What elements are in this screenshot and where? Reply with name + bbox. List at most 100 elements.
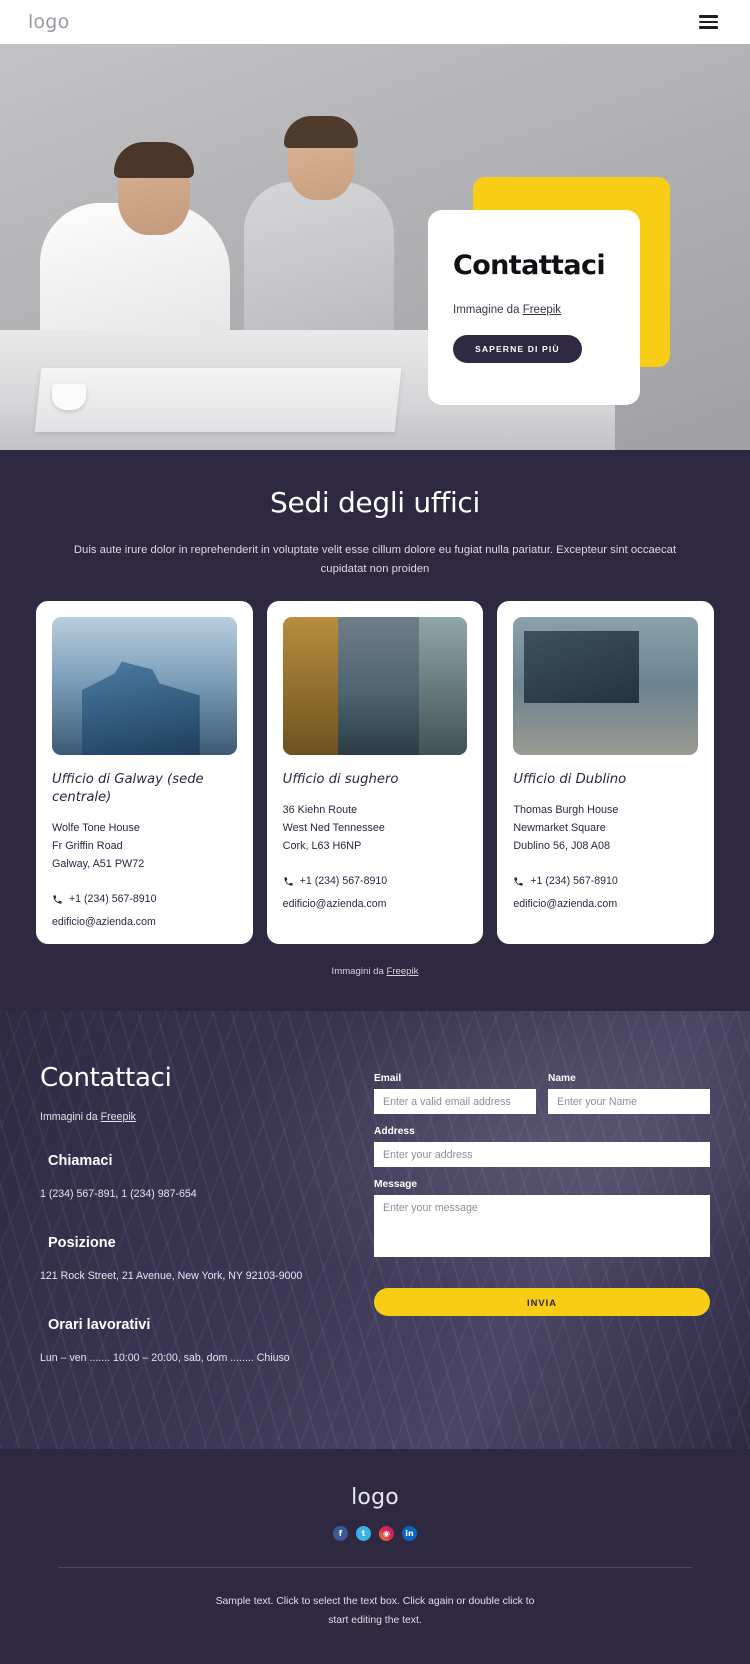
address-line: 36 Kiehn Route	[282, 804, 358, 816]
social-links: f t ◉ in	[0, 1526, 750, 1541]
hamburger-bar	[699, 26, 718, 29]
hero-image-credit: Immagine da Freepik	[453, 304, 615, 316]
info-text: 1 (234) 567-891, 1 (234) 987-654	[40, 1188, 197, 1200]
office-phone: +1 (234) 567-8910	[69, 893, 157, 905]
hamburger-menu-icon[interactable]	[695, 11, 722, 32]
footer-divider	[58, 1567, 692, 1568]
address-line: Galway, A51 PW72	[52, 858, 145, 870]
address-line: West Ned Tennessee	[282, 822, 385, 834]
address-line: Thomas Burgh House	[513, 804, 619, 816]
message-label: Message	[374, 1179, 418, 1190]
info-block-location: Posizione 121 Rock Street, 21 Avenue, Ne…	[40, 1235, 340, 1287]
offices-credit-prefix: Immagini da	[331, 966, 387, 977]
office-phone-row[interactable]: +1 (234) 567-8910	[52, 893, 237, 905]
contact-section: Contattaci Immagini da Freepik Chiamaci …	[0, 1011, 750, 1449]
office-photo	[282, 617, 468, 755]
office-contact: +1 (234) 567-8910 edificio@azienda.com	[283, 875, 468, 910]
contact-heading: Contattaci	[40, 1063, 172, 1093]
office-card[interactable]: Ufficio di Dublino Thomas Burgh House Ne…	[497, 601, 715, 944]
office-phone: +1 (234) 567-8910	[530, 875, 618, 887]
footer-note-line-2: start editing the text.	[328, 1615, 422, 1626]
hero-title: Contattaci	[453, 250, 606, 281]
hero-credit-prefix: Immagine da	[453, 304, 523, 316]
contact-image-credit: Immagini da Freepik	[40, 1111, 340, 1123]
email-input[interactable]	[374, 1089, 536, 1114]
info-block-call-us: Chiamaci 1 (234) 567-891, 1 (234) 987-65…	[40, 1153, 340, 1205]
office-card-title: Ufficio di Dublino	[513, 772, 627, 787]
info-title: Orari lavorativi	[48, 1317, 151, 1333]
address-line: Dublino 56, J08 A08	[513, 840, 610, 852]
phone-icon	[53, 894, 62, 904]
hero-section: Contattaci Immagine da Freepik SAPERNE D…	[0, 44, 750, 450]
office-contact: +1 (234) 567-8910 edificio@azienda.com	[52, 893, 237, 928]
hero-learn-more-button[interactable]: SAPERNE DI PIÙ	[453, 335, 582, 363]
office-photo	[52, 617, 237, 755]
office-email[interactable]: edificio@azienda.com	[513, 898, 698, 910]
office-email[interactable]: edificio@azienda.com	[283, 898, 468, 910]
address-label: Address	[374, 1126, 415, 1137]
contact-credit-link[interactable]: Freepik	[101, 1111, 136, 1123]
photo-person-seated-hair	[114, 142, 194, 178]
office-card[interactable]: Ufficio di Galway (sede centrale) Wolfe …	[36, 601, 253, 944]
photo-person-standing-hair	[284, 116, 358, 148]
photo-coffee-cup	[52, 384, 86, 410]
site-footer: logo f t ◉ in Sample text. Click to sele…	[0, 1449, 750, 1664]
info-title: Posizione	[48, 1235, 116, 1251]
twitter-icon[interactable]: t	[356, 1526, 371, 1541]
address-field-group: Address	[374, 1126, 710, 1167]
contact-credit-prefix: Immagini da	[40, 1111, 101, 1123]
office-address: Wolfe Tone House Fr Griffin Road Galway,…	[52, 819, 237, 873]
office-phone-row[interactable]: +1 (234) 567-8910	[513, 875, 698, 887]
phone-icon	[514, 876, 523, 886]
hamburger-bar	[699, 20, 718, 24]
address-line: Newmarket Square	[513, 822, 606, 834]
hero-card: Contattaci Immagine da Freepik SAPERNE D…	[428, 210, 640, 405]
message-field-group: Message	[374, 1179, 710, 1262]
info-block-working-hours: Orari lavorativi Lun – ven ....... 10:00…	[40, 1317, 340, 1369]
office-card-title: Ufficio di Galway (sede centrale)	[52, 772, 204, 805]
offices-credit-link[interactable]: Freepik	[386, 966, 418, 977]
name-field-group: Name	[548, 1073, 710, 1114]
site-header: logo	[0, 0, 750, 44]
hero-credit-link[interactable]: Freepik	[523, 304, 561, 316]
footer-note-line-1: Sample text. Click to select the text bo…	[215, 1596, 535, 1607]
offices-subtitle: Duis aute irure dolor in reprehenderit i…	[70, 541, 680, 579]
facebook-icon[interactable]: f	[333, 1526, 348, 1541]
email-field-group: Email	[374, 1073, 536, 1114]
office-card-title: Ufficio di sughero	[282, 772, 399, 787]
address-line: Fr Griffin Road	[52, 840, 123, 852]
office-contact: +1 (234) 567-8910 edificio@azienda.com	[513, 875, 698, 910]
linkedin-icon[interactable]: in	[402, 1526, 417, 1541]
submit-button[interactable]: INVIA	[374, 1288, 710, 1316]
address-line: Cork, L63 H6NP	[282, 840, 362, 852]
office-card[interactable]: Ufficio di sughero 36 Kiehn Route West N…	[266, 601, 484, 944]
office-phone-row[interactable]: +1 (234) 567-8910	[283, 875, 468, 887]
name-label: Name	[548, 1073, 576, 1084]
offices-title: Sedi degli uffici	[270, 486, 480, 519]
instagram-icon[interactable]: ◉	[379, 1526, 394, 1541]
hamburger-bar	[699, 15, 718, 18]
phone-icon	[284, 876, 293, 886]
office-cards-list: Ufficio di Galway (sede centrale) Wolfe …	[0, 601, 750, 944]
message-textarea[interactable]	[374, 1195, 710, 1257]
office-photo	[513, 617, 699, 755]
office-address: Thomas Burgh House Newmarket Square Dubl…	[513, 801, 698, 855]
info-title: Chiamaci	[48, 1153, 113, 1169]
office-phone: +1 (234) 567-8910	[299, 875, 388, 887]
address-input[interactable]	[374, 1142, 710, 1167]
contact-form: Email Name Address Message INVIA	[374, 1063, 710, 1369]
email-label: Email	[374, 1073, 402, 1084]
office-email[interactable]: edificio@azienda.com	[52, 916, 237, 928]
name-input[interactable]	[548, 1089, 710, 1114]
info-text: Lun – ven ....... 10:00 – 20:00, sab, do…	[40, 1352, 290, 1364]
footer-note: Sample text. Click to select the text bo…	[175, 1592, 575, 1630]
offices-image-credit: Immagini da Freepik	[0, 944, 750, 1011]
office-address: 36 Kiehn Route West Ned Tennessee Cork, …	[283, 801, 468, 855]
info-text: 121 Rock Street, 21 Avenue, New York, NY…	[40, 1270, 303, 1282]
photo-blueprint	[34, 368, 401, 432]
offices-section: Sedi degli uffici Duis aute irure dolor …	[0, 450, 750, 1011]
site-logo[interactable]: logo	[28, 11, 69, 33]
footer-logo[interactable]: logo	[0, 1485, 750, 1510]
address-line: Wolfe Tone House	[52, 822, 140, 834]
offices-subtitle-line-1: Duis aute irure dolor in reprehenderit i…	[73, 544, 554, 556]
